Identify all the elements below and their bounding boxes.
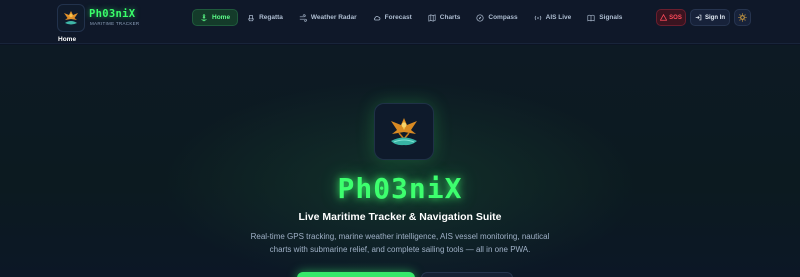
nav-label: Compass bbox=[488, 14, 518, 21]
nav-item-compass[interactable]: Compass bbox=[469, 9, 524, 26]
sign-in-label: Sign In bbox=[705, 14, 725, 21]
nav-label: Forecast bbox=[384, 14, 412, 21]
sos-button[interactable]: SOS bbox=[656, 9, 686, 26]
nav-label: Home bbox=[212, 14, 231, 21]
sign-in-button[interactable]: Sign In bbox=[690, 9, 730, 26]
top-navigation-bar: Ph03niX MARITIME TRACKER Home Regatta We… bbox=[0, 0, 800, 44]
nav-item-home[interactable]: Home bbox=[192, 9, 239, 26]
book-icon bbox=[587, 14, 595, 21]
hero-title: Ph03niX bbox=[337, 172, 463, 205]
nav-label: Regatta bbox=[259, 14, 283, 21]
secondary-cta-button[interactable] bbox=[421, 272, 513, 277]
app-icon bbox=[374, 103, 434, 160]
radio-icon bbox=[534, 15, 541, 20]
compass-icon bbox=[476, 13, 484, 22]
anchor-icon bbox=[201, 13, 207, 21]
primary-cta-button[interactable] bbox=[297, 272, 415, 277]
nav-label: Charts bbox=[439, 14, 461, 21]
phoenix-emblem-icon bbox=[391, 117, 417, 145]
wind-icon bbox=[299, 13, 307, 22]
login-icon bbox=[695, 14, 702, 21]
breadcrumb: Home bbox=[58, 36, 77, 43]
phoenix-logo-icon bbox=[64, 11, 78, 25]
nav-label: Signals bbox=[599, 14, 623, 21]
alert-icon bbox=[660, 14, 668, 21]
nav-label: AIS Live bbox=[545, 14, 572, 21]
nav-item-ais-live[interactable]: AIS Live bbox=[527, 9, 579, 26]
nav-item-charts[interactable]: Charts bbox=[421, 9, 468, 26]
cloud-icon bbox=[373, 15, 380, 20]
brand-name: Ph03niX bbox=[89, 8, 136, 20]
sun-icon bbox=[738, 13, 747, 22]
theme-toggle-button[interactable] bbox=[734, 9, 751, 26]
hero-description: Real-time GPS tracking, marine weather i… bbox=[250, 232, 550, 254]
nav-item-weather-radar[interactable]: Weather Radar bbox=[292, 9, 364, 26]
map-icon bbox=[428, 13, 436, 22]
boat-icon bbox=[248, 14, 254, 21]
main-nav: Home Regatta Weather Radar Forecast Char… bbox=[192, 9, 629, 26]
nav-item-signals[interactable]: Signals bbox=[580, 9, 629, 26]
sos-label: SOS bbox=[669, 14, 682, 21]
brand-tagline: MARITIME TRACKER bbox=[90, 21, 140, 26]
hero-subtitle: Live Maritime Tracker & Navigation Suite bbox=[298, 211, 502, 223]
nav-item-regatta[interactable]: Regatta bbox=[240, 9, 290, 26]
brand-logo[interactable] bbox=[57, 4, 85, 32]
nav-item-forecast[interactable]: Forecast bbox=[366, 9, 419, 26]
nav-label: Weather Radar bbox=[310, 14, 357, 21]
